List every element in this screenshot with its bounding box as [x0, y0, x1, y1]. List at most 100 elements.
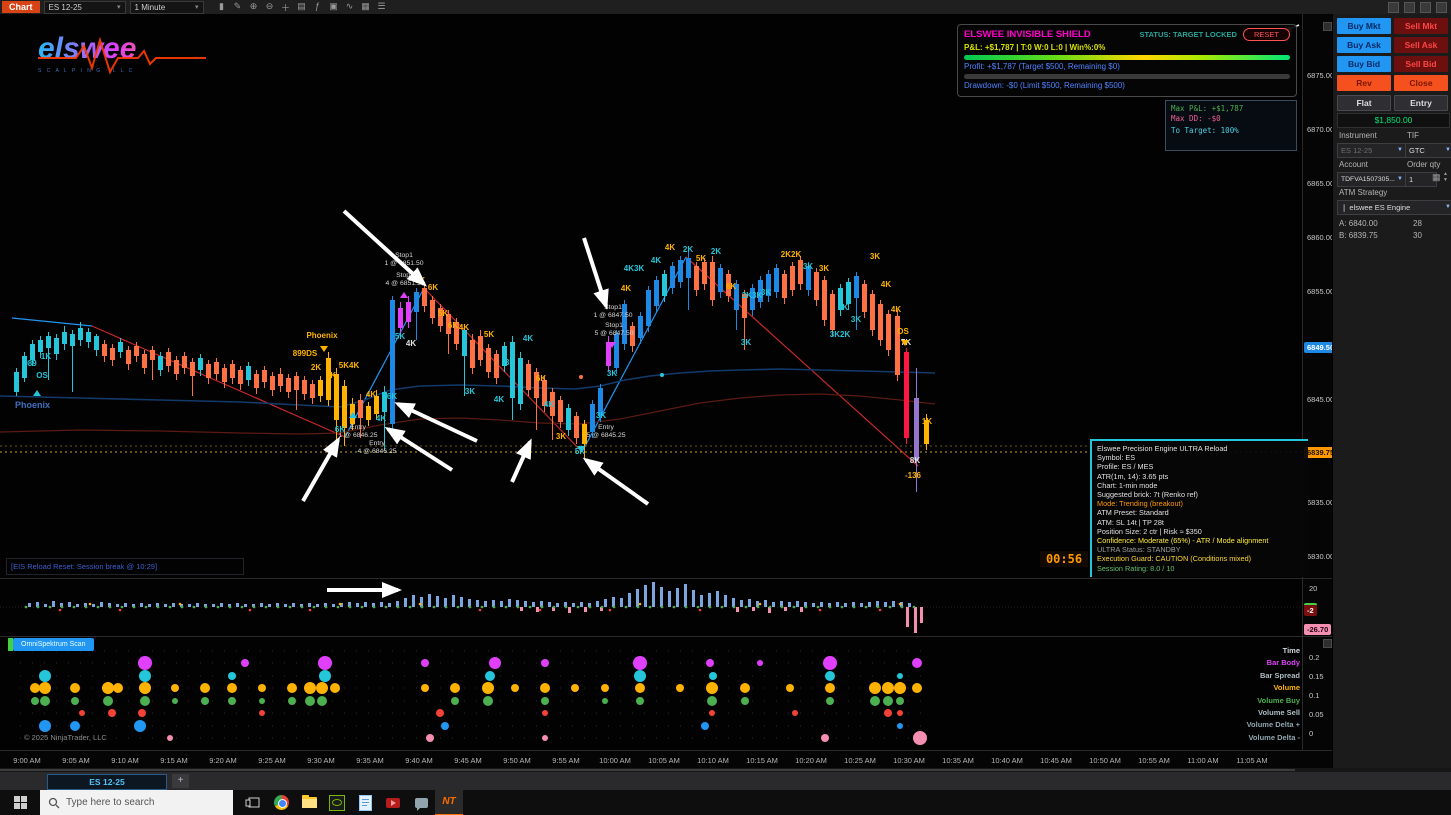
- bar-countdown-timer: 00:56: [1040, 551, 1088, 567]
- time-label: 9:40 AM: [405, 756, 433, 765]
- omnispektrum-button[interactable]: OmniSpektrum Scan: [8, 638, 94, 651]
- media-app-icon[interactable]: [379, 790, 407, 815]
- time-label: 10:35 AM: [942, 756, 974, 765]
- engine-line: ATM: SL 14t | TP 28t: [1097, 518, 1308, 527]
- chart-scrollbar-thumb[interactable]: [0, 769, 1295, 771]
- time-label: 10:55 AM: [1138, 756, 1170, 765]
- nvidia-app-icon[interactable]: [323, 790, 351, 815]
- time-label: 10:10 AM: [697, 756, 729, 765]
- engine-line: Symbol: ES: [1097, 453, 1308, 462]
- taskbar-search[interactable]: Type here to search: [40, 790, 233, 815]
- shield-profit-line: Profit: +$1,787 (Target $500, Remaining …: [958, 60, 1296, 71]
- max-dd-value: Max DD: -$0: [1171, 114, 1291, 124]
- add-tab-button[interactable]: +: [172, 774, 189, 788]
- engine-line: Session Rating: 8.0 / 10: [1097, 564, 1308, 573]
- flat-button[interactable]: Flat: [1337, 95, 1391, 111]
- time-label: 9:30 AM: [307, 756, 335, 765]
- ninjatrader-window: Chart ES 12-25▾ 1 Minute▾ ▮✎⊕⊖＋▤ƒ▣∿▦☰ 68…: [0, 0, 1451, 815]
- chrome-icon[interactable]: [267, 790, 295, 815]
- precision-engine-box: Elswee Precision Engine ULTRA ReloadSymb…: [1090, 439, 1308, 577]
- windows-taskbar: Type here to search NT 9:30 AM12/2/2025: [0, 790, 1451, 815]
- chevron-down-icon: ▼: [1397, 173, 1403, 186]
- time-label: 9:20 AM: [209, 756, 237, 765]
- engine-line: Execution Guard: CAUTION (Conditions mix…: [1097, 554, 1308, 563]
- shield-pnl-line: P&L: +$1,787 | T:0 W:0 L:0 | Win%:0%: [958, 41, 1296, 52]
- notepad-app-icon[interactable]: [351, 790, 379, 815]
- buy-mkt-button[interactable]: Buy Mkt: [1337, 18, 1391, 34]
- time-label: 10:00 AM: [599, 756, 631, 765]
- time-label: 9:25 AM: [258, 756, 286, 765]
- reverse-button[interactable]: Rev: [1337, 75, 1391, 91]
- qty-value: 1: [1409, 173, 1413, 186]
- sell-bid-button[interactable]: Sell Bid: [1394, 56, 1448, 72]
- engine-line: Elswee Precision Engine ULTRA Reload: [1097, 444, 1308, 453]
- time-label: 9:10 AM: [111, 756, 139, 765]
- time-label: 10:25 AM: [844, 756, 876, 765]
- chevron-down-icon: ▼: [1397, 144, 1403, 157]
- account-dropdown[interactable]: TDFVA1507305...▼: [1337, 172, 1407, 187]
- qty-grid-icon[interactable]: ▦: [1432, 172, 1441, 183]
- ninjatrader-taskbar-icon[interactable]: NT: [435, 789, 463, 815]
- time-label: 10:20 AM: [795, 756, 827, 765]
- max-pnl-box: Max P&L: +$1,787 Max DD: -$0 To Target: …: [1165, 100, 1297, 151]
- invisible-shield-panel: ELSWEE INVISIBLE SHIELD STATUS: TARGET L…: [957, 24, 1297, 97]
- engine-line: Confidence: Moderate (65%) - ATR / Mode …: [1097, 536, 1308, 545]
- search-placeholder: Type here to search: [66, 797, 154, 808]
- start-button[interactable]: [0, 790, 40, 815]
- sell-mkt-button[interactable]: Sell Mkt: [1394, 18, 1448, 34]
- atm-strategy-label: ATM Strategy: [1339, 188, 1387, 197]
- sell-ask-button[interactable]: Sell Ask: [1394, 37, 1448, 53]
- panel-instrument-dropdown[interactable]: ES 12-25▼: [1337, 143, 1407, 158]
- time-label: 10:05 AM: [648, 756, 680, 765]
- tif-value: GTC: [1409, 144, 1425, 157]
- tab-es-12-25[interactable]: ES 12-25: [47, 774, 167, 790]
- time-label: 10:50 AM: [1089, 756, 1121, 765]
- order-entry-panel: Buy MktSell Mkt Buy AskSell Ask Buy BidS…: [1332, 14, 1451, 770]
- file-explorer-icon[interactable]: [295, 790, 323, 815]
- entry-button[interactable]: Entry: [1394, 95, 1448, 111]
- time-label: 9:45 AM: [454, 756, 482, 765]
- time-label: 10:15 AM: [746, 756, 778, 765]
- instrument-label: Instrument: [1339, 131, 1377, 140]
- time-label: 11:00 AM: [1187, 756, 1218, 765]
- to-target-value: To Target: 100%: [1171, 126, 1291, 136]
- windows-logo-icon: [14, 796, 27, 809]
- session-reset-note: [EIS Reload Reset: Session break @ 10:29…: [6, 558, 244, 575]
- close-button[interactable]: Close: [1394, 75, 1448, 91]
- time-label: 9:15 AM: [160, 756, 188, 765]
- search-icon: [48, 797, 60, 809]
- shield-title: ELSWEE INVISIBLE SHIELD: [964, 29, 1091, 40]
- shield-status: STATUS: TARGET LOCKED: [1139, 30, 1237, 39]
- time-label: 9:55 AM: [552, 756, 580, 765]
- copyright-text: © 2025 NinjaTrader, LLC: [24, 733, 107, 742]
- tif-label: TIF: [1407, 131, 1419, 140]
- chevron-down-icon: ▼: [1445, 144, 1451, 157]
- engine-line: ATM Preset: Standard: [1097, 508, 1308, 517]
- qty-spinner[interactable]: ▲▼: [1443, 171, 1448, 183]
- reset-button[interactable]: RESET: [1243, 28, 1290, 41]
- engine-line: ULTRA Status: STANDBY: [1097, 545, 1308, 554]
- time-label: 9:05 AM: [62, 756, 90, 765]
- bid-price-row: B: 6839.75: [1339, 231, 1378, 240]
- order-qty-label: Order qty: [1407, 160, 1440, 169]
- account-pnl-display: $1,850.00: [1337, 113, 1450, 128]
- buy-bid-button[interactable]: Buy Bid: [1337, 56, 1391, 72]
- atm-strategy-value: elswee ES Engine: [1349, 203, 1410, 212]
- engine-line: Profile: ES / MES: [1097, 462, 1308, 471]
- bid-size: 30: [1413, 231, 1422, 240]
- time-axis[interactable]: 9:00 AM9:05 AM9:10 AM9:15 AM9:20 AM9:25 …: [0, 750, 1332, 769]
- time-label: 9:35 AM: [356, 756, 384, 765]
- buy-ask-button[interactable]: Buy Ask: [1337, 37, 1391, 53]
- atm-strategy-dropdown[interactable]: ❙ elswee ES Engine▼: [1337, 200, 1451, 215]
- engine-line: Position Size: 2 ctr | Risk ≈ $350: [1097, 527, 1308, 536]
- shield-drawdown-line: Drawdown: -$0 (Limit $500, Remaining $50…: [958, 79, 1296, 90]
- time-label: 10:40 AM: [991, 756, 1023, 765]
- time-label: 10:30 AM: [893, 756, 925, 765]
- time-label: 10:45 AM: [1040, 756, 1072, 765]
- tif-dropdown[interactable]: GTC ▼: [1405, 143, 1451, 158]
- account-value: TDFVA1507305...: [1341, 173, 1395, 186]
- time-label: 9:50 AM: [503, 756, 531, 765]
- task-view-button[interactable]: [239, 790, 267, 815]
- nt-logo: NT: [442, 796, 455, 807]
- chat-app-icon[interactable]: [407, 790, 435, 815]
